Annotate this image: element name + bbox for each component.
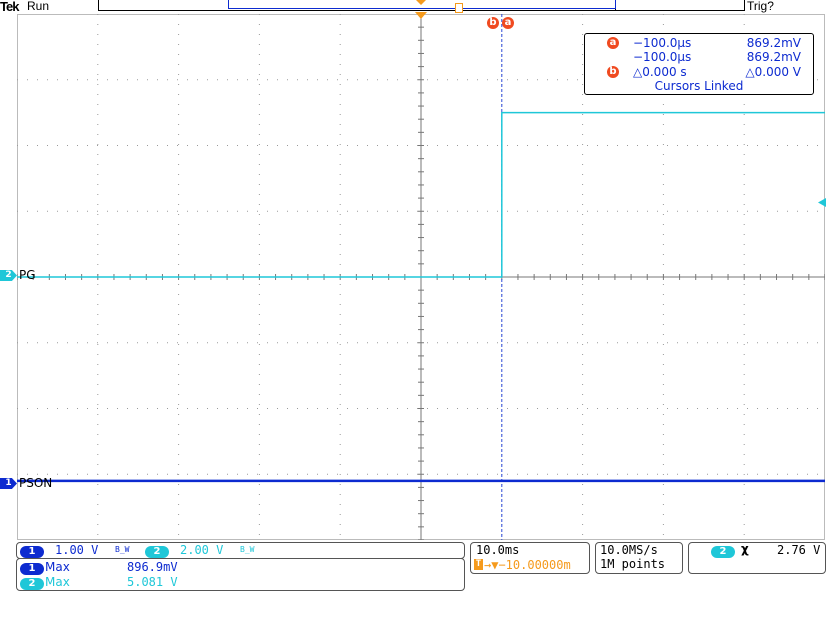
ch1-label: PSON xyxy=(19,476,53,490)
ch1-bandwidth-icon: B_W xyxy=(115,545,130,554)
meas1-value: 896.9mV xyxy=(127,560,178,574)
trigger-level[interactable]: 2.76 V xyxy=(777,543,820,557)
trigger-status-box xyxy=(614,0,745,11)
cursor-readout: a −100.0µs 869.2mV −100.0µs 869.2mV b △0… xyxy=(584,33,814,95)
trigger-slope-icon[interactable]: χ xyxy=(741,542,749,556)
ch2-trigger-level-icon[interactable] xyxy=(817,198,827,208)
trigger-status: Trig? xyxy=(747,0,774,13)
meas1-name: Max xyxy=(45,560,70,574)
trigger-panel[interactable]: 2 χ 2.76 V xyxy=(688,542,826,574)
meas1-channel-badge: 1 xyxy=(20,562,44,575)
acquisition-panel[interactable]: 10.0MS/s 1M points xyxy=(595,542,683,574)
trigger-source-badge[interactable]: 2 xyxy=(711,545,735,558)
horizontal-position[interactable]: →▼−10.00000m xyxy=(484,558,571,572)
cursor-b-time: −100.0µs xyxy=(633,50,692,64)
record-position-marker-icon xyxy=(455,3,463,13)
ch2-ground-marker[interactable]: 2 xyxy=(0,270,17,281)
meas2-name: Max xyxy=(45,575,70,589)
cursor-a-badge: a xyxy=(607,37,619,49)
cursor-a-handle[interactable]: a xyxy=(502,17,514,29)
cursor-b-value: 869.2mV xyxy=(746,50,801,64)
sample-rate: 10.0MS/s xyxy=(600,543,658,557)
meas2-value: 5.081 V xyxy=(127,575,178,589)
ch1-ground-marker[interactable]: 1 xyxy=(0,478,17,489)
ch1-badge[interactable]: 1 xyxy=(20,545,44,558)
cursor-linked-status: Cursors Linked xyxy=(654,79,744,93)
channel-scale-panel[interactable]: 1 1.00 V B_W 2 2.00 V B_W xyxy=(16,542,465,559)
brand-logo: Tek xyxy=(0,0,19,14)
cursor-a-value: 869.2mV xyxy=(746,36,801,50)
measurements-panel[interactable]: 1 Max 896.9mV 2 Max 5.081 V xyxy=(16,558,465,591)
ch2-label: PG xyxy=(19,268,36,282)
ch2-scale[interactable]: 2.00 V xyxy=(180,543,223,557)
cursor-delta-time: △0.000 s xyxy=(633,65,687,79)
cursor-b-handle[interactable]: b xyxy=(487,17,499,29)
cursor-a-time: −100.0µs xyxy=(633,36,692,50)
ch2-badge[interactable]: 2 xyxy=(145,545,169,558)
meas2-channel-badge: 2 xyxy=(20,577,44,590)
ch1-scale[interactable]: 1.00 V xyxy=(55,543,98,557)
cursor-b-badge: b xyxy=(607,66,619,78)
acquisition-status: Run xyxy=(27,0,50,13)
trigger-icon: T xyxy=(474,559,483,570)
record-trigger-marker-icon xyxy=(416,0,426,5)
timebase-panel[interactable]: 10.0ms T →▼−10.00000m xyxy=(470,542,590,574)
trigger-position-icon[interactable] xyxy=(414,12,428,21)
time-per-div[interactable]: 10.0ms xyxy=(476,543,519,557)
ch2-bandwidth-icon: B_W xyxy=(240,545,255,554)
cursor-delta-value: △0.000 V xyxy=(745,65,801,79)
record-length: 1M points xyxy=(600,557,666,571)
